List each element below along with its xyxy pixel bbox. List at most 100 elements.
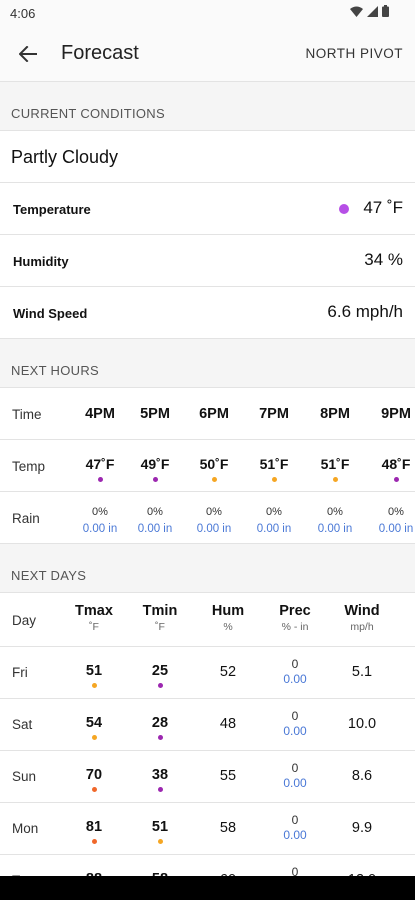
- day-tmin-value: 51: [151, 819, 169, 835]
- day-tmax-dot: [91, 683, 97, 688]
- signal-icon: [367, 5, 378, 17]
- day-tmax: 54: [62, 715, 126, 740]
- day-prec-inches: 0.00: [283, 776, 307, 790]
- day-prec-percent: 0: [291, 813, 299, 827]
- day-tmax-value: 70: [85, 767, 103, 783]
- column-header-tmin: Tmin ˚F: [128, 603, 192, 633]
- daily-row: Mon 81 51 58 0 0.00 9.9: [0, 803, 415, 855]
- day-name: Sun: [12, 769, 37, 784]
- day-hum-value: 48: [219, 716, 237, 732]
- hour-rain-percent: 0%: [206, 506, 222, 518]
- hour-time: 8PM: [320, 406, 350, 422]
- column-header-hum: Hum%: [196, 603, 260, 633]
- hour-temp-value: 50˚F: [199, 456, 229, 472]
- day-label: Day: [12, 613, 37, 628]
- forecast-content[interactable]: CURRENT CONDITIONS Partly Cloudy Tempera…: [0, 82, 415, 876]
- next-hours-header: NEXT HOURS: [0, 339, 415, 388]
- hour-temp: 49˚F: [125, 456, 185, 482]
- hour-rain: 0% 0.00 in: [305, 504, 365, 538]
- hour-rain: 0% 0.00 in: [70, 504, 130, 538]
- location-button[interactable]: NORTH PIVOT: [305, 46, 403, 61]
- hour-time: 5PM: [140, 406, 170, 422]
- day-wind: 5.1: [330, 664, 394, 680]
- column-title: Tmax: [75, 603, 113, 619]
- day-tmin-dot: [157, 787, 163, 792]
- hour-rain-percent: 0%: [92, 506, 108, 518]
- temp-label: Temp: [12, 459, 46, 474]
- daily-row: Sat 54 28 48 0 0.00 10.0: [0, 699, 415, 751]
- time-label: Time: [12, 407, 42, 422]
- column-unit: % - in: [281, 621, 309, 633]
- hourly-rain-row: Rain 0% 0.00 in 0% 0.00 in 0% 0.00 in 0% 0.00 i…: [0, 492, 415, 544]
- daily-header-row: Day Tmax ˚F Tmin ˚F Hum% Prec % - in Wind mp/h: [0, 593, 415, 647]
- hour-rain-inches: 0.00 in: [137, 523, 173, 535]
- temperature-value: 47 ˚F: [363, 198, 403, 217]
- hour-time: 4PM: [85, 406, 115, 422]
- temperature-label: Temperature: [13, 202, 91, 217]
- humidity-value: 34 %: [364, 250, 403, 269]
- day-tmin-dot: [157, 839, 163, 844]
- temperature-dot: [339, 204, 349, 214]
- hour-rain: 0% 0.00 in: [184, 504, 244, 538]
- hour-rain: 0% 0.00 in: [366, 504, 415, 538]
- day-tmax-value: 81: [85, 819, 103, 835]
- hour-temp: 50˚F: [184, 456, 244, 482]
- column-header-tmax: Tmax ˚F: [62, 603, 126, 633]
- hour-temp-dot: [211, 477, 217, 482]
- hour-rain: 0% 0.00 in: [125, 504, 185, 538]
- day-hum: 58: [196, 820, 260, 836]
- daily-row: Fri 51 25 52 0 0.00 5.1: [0, 647, 415, 699]
- day-prec-percent: 0: [291, 709, 299, 723]
- nav-handle: [0, 876, 415, 900]
- day-hum: 52: [196, 664, 260, 680]
- day-tmax-dot: [91, 787, 97, 792]
- column-unit: %: [223, 621, 233, 633]
- condition-summary-row: Partly Cloudy: [0, 131, 415, 183]
- day-name: Fri: [12, 665, 28, 680]
- day-prec: 00.00: [263, 760, 327, 790]
- day-tmax: 81: [62, 819, 126, 844]
- hour-rain-percent: 0%: [147, 506, 163, 518]
- hour-rain-percent: 0%: [388, 506, 404, 518]
- hour-temp-value: 49˚F: [140, 456, 170, 472]
- column-title: Prec: [279, 603, 311, 619]
- day-tmin-value: 25: [151, 663, 169, 679]
- day-tmin: 28: [128, 715, 192, 740]
- day-wind: 10.0: [330, 716, 394, 732]
- day-prec-inches: 0.00: [283, 672, 307, 686]
- hour-temp: 51˚F: [305, 456, 365, 482]
- day-hum: 48: [196, 716, 260, 732]
- hour-time: 6PM: [199, 406, 229, 422]
- column-unit: ˚F: [155, 621, 165, 633]
- navigation-bar: [0, 876, 415, 900]
- day-tmax: 51: [62, 663, 126, 688]
- page-title: Forecast: [61, 42, 139, 64]
- hour-temp-dot: [332, 477, 338, 482]
- day-tmin: 51: [128, 819, 192, 844]
- humidity-label: Humidity: [13, 254, 69, 269]
- status-icons: [350, 5, 389, 17]
- wind-speed-label: Wind Speed: [13, 306, 88, 321]
- column-header-prec: Prec % - in: [263, 603, 327, 633]
- hour-rain-inches: 0.00 in: [378, 523, 414, 535]
- day-wind: 8.6: [330, 768, 394, 784]
- hourly-table[interactable]: Time 4PM 5PM 6PM 7PM 8PM 9PM Temp 47˚F 49˚F 50˚…: [0, 388, 415, 544]
- hour-temp-dot: [393, 477, 399, 482]
- status-bar: 4:06: [0, 0, 415, 26]
- day-prec-percent: 0: [291, 761, 299, 775]
- day-wind: 9.9: [330, 820, 394, 836]
- daily-table[interactable]: Day Tmax ˚F Tmin ˚F Hum% Prec % - in Wind mp/h F…: [0, 593, 415, 876]
- hourly-temp-row: Temp 47˚F 49˚F 50˚F 51˚F 51˚F 48˚F: [0, 440, 415, 492]
- day-prec-inches: 0.00: [283, 724, 307, 738]
- back-button[interactable]: [14, 41, 42, 67]
- rain-label: Rain: [12, 511, 40, 526]
- daily-row: Tue88586000.0012.0: [0, 855, 415, 876]
- hour-rain-inches: 0.00 in: [317, 523, 353, 535]
- column-title: Wind: [344, 603, 380, 619]
- day-prec: 00.00: [263, 864, 327, 876]
- next-days-title: NEXT DAYS: [11, 568, 87, 583]
- day-hum: 55: [196, 768, 260, 784]
- day-wind-value: 8.6: [351, 768, 373, 784]
- wind-speed-value: 6.6 mph/h: [327, 302, 403, 321]
- day-prec: 00.00: [263, 708, 327, 738]
